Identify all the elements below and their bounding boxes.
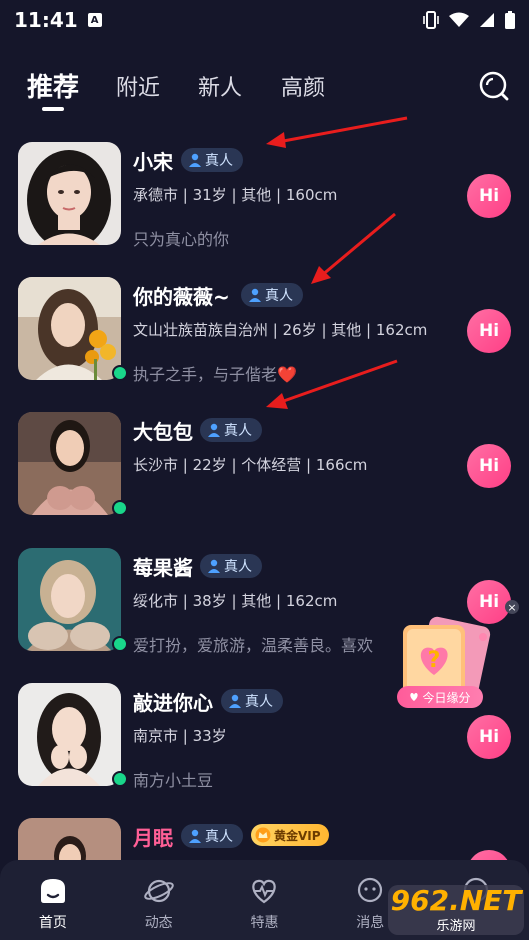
online-indicator <box>112 636 128 652</box>
avatar[interactable] <box>18 683 121 786</box>
verified-badge-label: 真人 <box>205 153 233 169</box>
heart-pulse-icon <box>252 879 277 904</box>
tab-good-looking[interactable]: 高颜 <box>281 70 325 102</box>
verified-badge-label: 真人 <box>224 423 252 439</box>
user-name: 敲进你心 <box>133 691 213 715</box>
user-card[interactable]: 小宋 真人 承德市 | 31岁 | 其他 | 160cm 只为真心的你 Hi <box>0 142 529 277</box>
watermark-site: 乐游网 <box>436 918 476 934</box>
vibrate-icon <box>423 11 439 29</box>
verified-badge-label: 真人 <box>224 559 252 575</box>
avatar[interactable] <box>18 412 121 515</box>
verified-badge: 真人 <box>181 824 243 848</box>
nav-home-label: 首页 <box>38 915 67 931</box>
user-info: 南京市 | 33岁 <box>133 727 227 745</box>
tab-recommend[interactable]: 推荐 <box>27 67 79 104</box>
verified-badge-label: 真人 <box>205 829 233 845</box>
tab-nearby[interactable]: 附近 <box>116 70 160 102</box>
person-icon <box>189 153 201 167</box>
notification-a-icon: A <box>87 13 102 27</box>
nav-deals-label: 特惠 <box>250 915 279 931</box>
avatar[interactable] <box>18 142 121 245</box>
user-card[interactable]: 大包包 真人 长沙市 | 22岁 | 个体经营 | 166cm Hi <box>0 412 529 547</box>
nav-moments-label: 动态 <box>144 915 173 931</box>
verified-badge-label: 真人 <box>245 694 273 710</box>
vip-badge: 黄金VIP <box>251 824 329 846</box>
planet-icon <box>143 879 174 903</box>
heart-icon <box>410 693 419 701</box>
category-tabs: 推荐 附近 新人 高颜 <box>0 60 529 120</box>
person-icon <box>249 288 261 302</box>
watermark: 962.NET 乐游网 <box>388 885 524 935</box>
nav-moments[interactable]: 动态 <box>106 860 212 940</box>
user-name: 莓果酱 <box>133 556 193 580</box>
user-info: 绥化市 | 38岁 | 其他 | 162cm <box>133 592 338 610</box>
say-hi-button[interactable]: Hi <box>467 309 511 353</box>
verified-badge: 真人 <box>241 283 303 307</box>
wifi-icon <box>449 12 469 27</box>
say-hi-button[interactable]: Hi <box>467 174 511 218</box>
status-icons <box>423 11 515 29</box>
status-time: 11:41 <box>14 8 78 32</box>
app-screen: 11:41 A 推荐 附近 新人 高颜 小宋 真人 承德市 | 31岁 | 其他… <box>0 0 529 940</box>
crown-icon <box>255 827 271 843</box>
tab-active-indicator <box>42 107 64 111</box>
say-hi-button[interactable]: Hi <box>467 444 511 488</box>
user-info: 承德市 | 31岁 | 其他 | 160cm <box>133 186 338 204</box>
person-icon <box>208 559 220 573</box>
watermark-logo: 962.NET <box>390 883 522 917</box>
annotation-arrow <box>266 359 398 409</box>
verified-badge: 真人 <box>221 689 283 713</box>
search-icon[interactable] <box>478 70 510 102</box>
avatar[interactable] <box>18 548 121 651</box>
user-info: 文山壮族苗族自治州 | 26岁 | 其他 | 162cm <box>133 321 428 339</box>
signal-icon <box>480 13 494 27</box>
vip-badge-label: 黄金VIP <box>274 828 321 843</box>
user-bio: 南方小土豆 <box>133 771 214 790</box>
nav-home[interactable]: 首页 <box>0 860 106 940</box>
user-name: 你的薇薇~ <box>133 285 230 309</box>
home-icon <box>40 879 65 903</box>
verified-badge: 真人 <box>181 148 243 172</box>
chat-icon <box>358 877 383 903</box>
user-info: 长沙市 | 22岁 | 个体经营 | 166cm <box>133 456 368 474</box>
battery-icon <box>505 11 515 29</box>
annotation-arrow <box>311 212 396 284</box>
avatar[interactable] <box>18 277 121 380</box>
person-icon <box>229 694 241 708</box>
verified-badge: 真人 <box>200 418 262 442</box>
person-icon <box>189 829 201 843</box>
say-hi-button[interactable]: Hi <box>467 715 511 759</box>
annotation-arrow <box>266 116 408 148</box>
user-name: 大包包 <box>133 420 193 444</box>
close-icon[interactable]: × <box>505 600 519 614</box>
svg-text:?: ? <box>428 648 441 673</box>
nav-deals[interactable]: 特惠 <box>212 860 318 940</box>
daily-match-text: 今日缘分 <box>422 690 471 705</box>
status-bar: 11:41 A <box>0 0 529 40</box>
verified-badge-label: 真人 <box>265 288 293 304</box>
person-icon <box>208 423 220 437</box>
user-name: 小宋 <box>133 150 173 174</box>
user-name: 月眠 <box>133 826 173 850</box>
online-indicator <box>112 365 128 381</box>
online-indicator <box>112 500 128 516</box>
nav-messages-label: 消息 <box>356 915 385 931</box>
tab-newcomers[interactable]: 新人 <box>198 70 242 102</box>
verified-badge: 真人 <box>200 554 262 578</box>
user-bio: 爱打扮，爱旅游，温柔善良。喜欢 <box>133 636 374 655</box>
daily-match-label[interactable]: 今日缘分 <box>397 686 483 708</box>
online-indicator <box>112 771 128 787</box>
